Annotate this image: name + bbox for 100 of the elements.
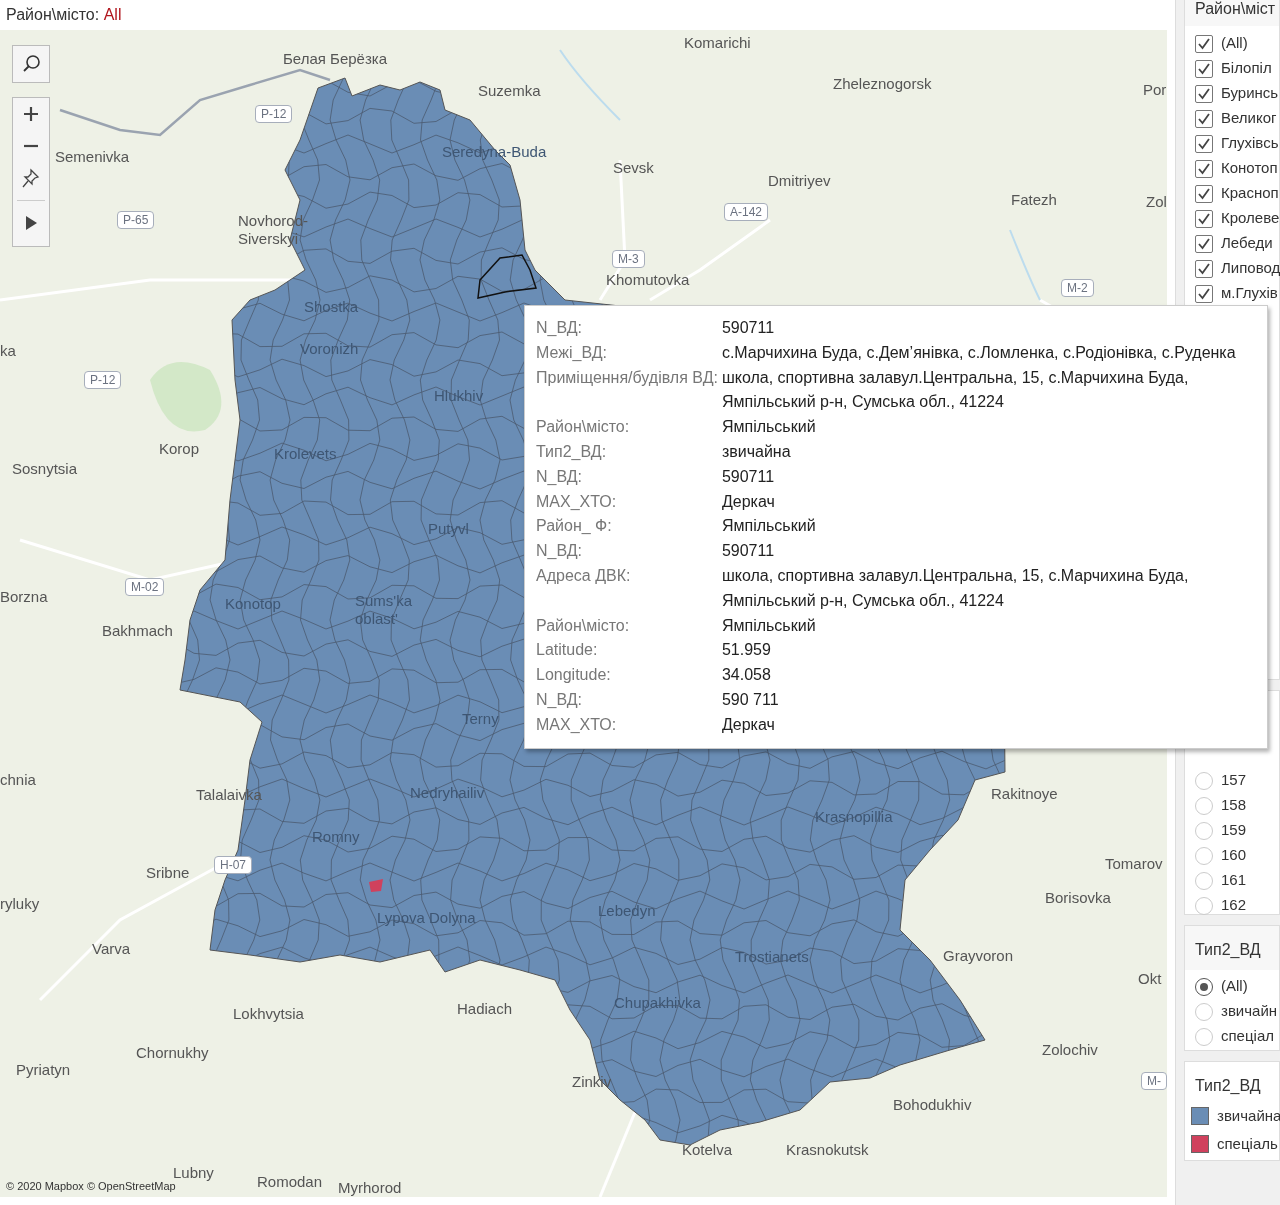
place-label: Hlukhiv — [434, 387, 484, 405]
checkbox[interactable] — [1195, 259, 1213, 278]
place-label: Fatezh — [1011, 191, 1057, 209]
place-label: Tomarov — [1105, 855, 1163, 873]
checkbox[interactable] — [1195, 84, 1213, 103]
filter-option[interactable]: Конотоп — [1221, 157, 1278, 180]
legend-title: Тип2_ВД — [1194, 1076, 1262, 1096]
tooltip-value: 590711 — [721, 318, 776, 338]
checkbox[interactable] — [1195, 234, 1213, 253]
filter-option[interactable]: Красноп — [1221, 182, 1279, 205]
road-shield: P-12 — [255, 105, 293, 123]
filter-option[interactable]: Білопіл — [1221, 57, 1272, 80]
tooltip-value: звичайна — [721, 442, 792, 462]
filter-option[interactable]: Липовод — [1221, 257, 1280, 280]
place-label: Sevsk — [613, 159, 654, 177]
road-shield: P-65 — [117, 211, 155, 229]
plus-icon — [23, 106, 39, 122]
filter-option[interactable]: спеціал — [1221, 1025, 1274, 1048]
filter-option[interactable]: Кролеве — [1221, 207, 1280, 230]
filter-option[interactable]: Лебеди — [1221, 232, 1273, 255]
place-label: Voronizh — [300, 340, 359, 358]
place-label: Okt — [1138, 970, 1162, 988]
place-label: Komarichi — [684, 34, 751, 52]
tooltip-label: Longitude: — [536, 665, 612, 686]
filter-option[interactable]: 162 — [1221, 894, 1247, 917]
tooltip-label: Межі_ВД: — [536, 342, 608, 363]
place-label: Nedryhailiv — [410, 784, 485, 802]
filter-option[interactable]: (All) — [1221, 32, 1248, 55]
place-label: Lokhvytsia — [233, 1005, 304, 1023]
filter-option[interactable]: Буринсь — [1221, 82, 1279, 105]
map-attribution: © 2020 Mapbox © OpenStreetMap — [6, 1179, 176, 1194]
tooltip-value: Ямпільський — [721, 516, 817, 537]
place-label: Krolevets — [274, 445, 337, 463]
tooltip-label: N_ВД: — [536, 689, 584, 710]
place-label: Rakitnoye — [991, 785, 1058, 803]
place-label: Bakhmach — [102, 622, 173, 640]
road-shield: P-12 — [84, 371, 122, 389]
checkbox[interactable] — [1195, 209, 1213, 228]
filter-option[interactable]: Глухівсь — [1221, 132, 1279, 155]
place-label: Sribne — [146, 864, 190, 882]
search-button[interactable] — [12, 45, 50, 83]
filter-option[interactable]: 158 — [1221, 794, 1247, 817]
filter-option[interactable]: 157 — [1221, 769, 1247, 792]
tooltip-value: 590711 — [721, 466, 776, 487]
road-shield: M-02 — [125, 578, 165, 596]
search-icon — [21, 54, 41, 74]
place-label: Chupakhivka — [614, 994, 701, 1012]
checkbox[interactable] — [1195, 34, 1213, 53]
checkbox[interactable] — [1195, 59, 1213, 78]
place-label: Romny — [312, 828, 360, 846]
checkbox[interactable] — [1195, 134, 1213, 153]
place-label: Sosnytsia — [12, 460, 78, 478]
checkbox[interactable] — [1195, 159, 1213, 178]
checkbox[interactable] — [1195, 184, 1213, 203]
tooltip-value: Деркач — [721, 491, 776, 512]
place-label: Bohodukhiv — [893, 1096, 972, 1114]
place-label: Por — [1143, 81, 1167, 99]
place-label: Suzemka — [478, 82, 541, 100]
place-label: Krasnopillia — [815, 808, 893, 826]
tooltip-label: Тип2_ВД: — [536, 442, 608, 462]
tooltip-value: 590 711 — [721, 689, 780, 710]
road-shield: H-07 — [214, 856, 252, 874]
place-label: Romodan — [257, 1173, 323, 1191]
filter-option[interactable]: (All) — [1221, 975, 1248, 998]
tooltip-label: МАХ_ХТО: — [536, 714, 618, 735]
checkbox[interactable] — [1195, 284, 1213, 303]
tooltip-label: Район\місто: — [536, 417, 631, 438]
place-label: Lubny — [173, 1164, 214, 1182]
tooltip-value: с.Марчихина Буда, с.Дем’янівка, с.Ломленка, с.Родіонівка, с.Руденка — [721, 342, 1237, 363]
place-label: Lebedyn — [598, 902, 656, 920]
filter-option[interactable]: звичайн — [1221, 1000, 1278, 1023]
minus-icon — [23, 144, 39, 148]
place-label: Hadiach — [457, 1000, 513, 1018]
place-label: Zheleznogorsk — [833, 75, 932, 93]
place-label: Trostianets — [735, 948, 809, 966]
filter-option[interactable]: Великог — [1221, 107, 1277, 130]
legend-label: спеціаль — [1217, 1133, 1278, 1154]
river-line — [1009, 229, 1041, 301]
place-label: Sums'ka oblast' — [355, 592, 414, 628]
selected-area-outline[interactable] — [477, 254, 537, 299]
tooltip-label: МАХ_ХТО: — [536, 491, 618, 512]
tooltip-label: Район\місто: — [536, 615, 631, 636]
filter-option[interactable]: 159 — [1221, 819, 1247, 842]
tooltip-label: Приміщення/будівля ВД: — [536, 367, 718, 388]
tooltip-label: N_ВД: — [536, 541, 584, 562]
checkbox[interactable] — [1195, 109, 1213, 128]
tooltip-label: N_ВД: — [536, 318, 584, 338]
forest-area — [150, 362, 222, 432]
filter-option[interactable]: 161 — [1221, 869, 1247, 892]
place-label: Белая Берёзка — [283, 50, 388, 68]
place-label: Varva — [92, 940, 131, 958]
filter-option[interactable]: 160 — [1221, 844, 1247, 867]
place-label: Krasnokutsk — [786, 1141, 869, 1159]
place-label: Terny — [462, 710, 499, 728]
filter-option[interactable]: м.Глухів — [1221, 282, 1278, 305]
tooltip-label: Latitude: — [536, 640, 599, 661]
tooltip-value: Ямпільський — [721, 417, 817, 438]
tooltip-value: 34.058 — [721, 665, 772, 686]
tooltip-value: 51.959 — [721, 640, 772, 661]
place-label: Grayvoron — [943, 947, 1014, 965]
